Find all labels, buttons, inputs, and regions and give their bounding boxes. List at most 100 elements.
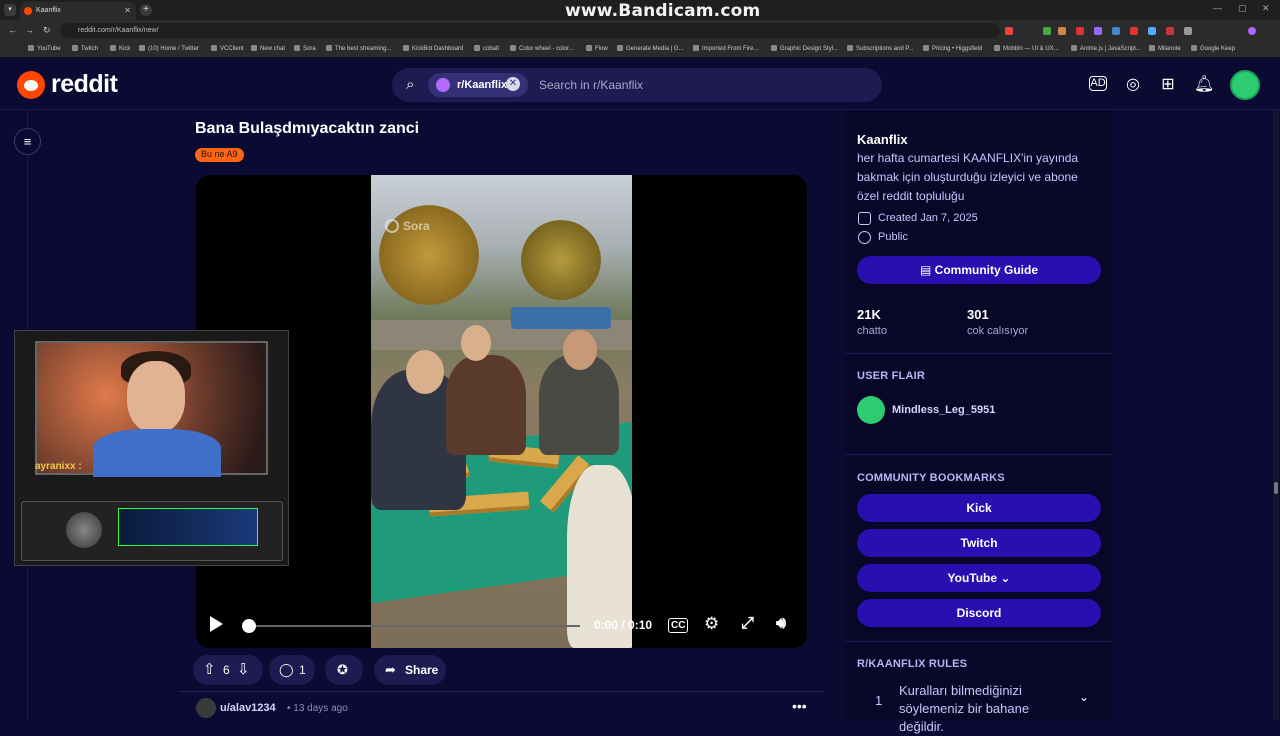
award-icon: ✪	[337, 662, 348, 677]
post-flair[interactable]: Bu ne A9	[195, 148, 244, 162]
community-guide-button[interactable]: ▤ Community Guide	[857, 256, 1101, 284]
bookmark-twitch-button[interactable]: Twitch	[857, 529, 1101, 557]
user-avatar[interactable]	[1230, 70, 1260, 100]
post-title[interactable]: Bana Bulaşdmıyacaktın zanci	[195, 120, 419, 138]
video-time: 0:00 / 0:10	[594, 618, 653, 632]
extension-icon[interactable]	[1148, 27, 1156, 35]
comment-username[interactable]: u/alav1234	[220, 702, 276, 714]
notifications-icon[interactable]: 🔔︎	[1194, 76, 1214, 94]
flair-avatar	[857, 396, 885, 424]
visibility-label: Public	[878, 231, 908, 243]
subreddit-search-chip[interactable]: r/Kaanflix ✕	[428, 73, 528, 97]
award-button[interactable]: ✪	[325, 655, 363, 685]
subreddit-avatar-icon	[436, 78, 450, 92]
divider	[845, 641, 1113, 642]
page-scrollbar[interactable]	[1273, 110, 1279, 720]
profile-icon[interactable]	[1248, 27, 1256, 35]
bookmarks-bar: YouTube Twitch Kick (10) Home / Twitter …	[0, 41, 1280, 58]
bookmark-item[interactable]: Flow	[586, 45, 608, 52]
bookmark-item[interactable]: Generate Media | G...	[617, 45, 684, 52]
chevron-down-icon: ⌄	[1000, 571, 1011, 585]
clear-chip-icon[interactable]: ✕	[506, 77, 520, 91]
forward-icon[interactable]: →	[25, 25, 34, 35]
extension-icon[interactable]	[1005, 27, 1013, 35]
back-icon[interactable]: ←	[8, 25, 17, 35]
reddit-logo-icon[interactable]	[17, 71, 45, 99]
address-bar[interactable]: reddit.com/r/Kaanflix/new/	[60, 23, 1000, 38]
upvote-icon[interactable]: ⇧	[203, 655, 216, 685]
bookmark-item[interactable]: The best streaming...	[326, 45, 391, 52]
comments-button[interactable]: ◯ 1	[269, 655, 315, 685]
extension-icon[interactable]	[1094, 27, 1102, 35]
close-tab-icon[interactable]: ✕	[124, 6, 131, 15]
book-icon: ▤	[919, 263, 935, 277]
commenter-avatar[interactable]	[196, 698, 216, 718]
bookmark-item[interactable]: New chat	[251, 45, 285, 52]
comment-timestamp: • 13 days ago	[287, 703, 348, 714]
bookmark-item[interactable]: Sora	[294, 45, 316, 52]
reload-icon[interactable]: ↻	[43, 25, 51, 36]
community-description: her hafta cumartesi KAANFLIX'in yayında …	[857, 151, 1079, 203]
bookmark-item[interactable]: KickBot Dashboard	[403, 45, 463, 52]
community-name: Kaanflix	[857, 132, 908, 147]
downvote-icon[interactable]: ⇩	[237, 655, 250, 685]
reddit-wordmark[interactable]: reddit	[51, 70, 118, 99]
online-count: 301	[967, 307, 989, 322]
settings-gear-icon[interactable]: ⚙	[704, 614, 719, 634]
rule-number: 1	[875, 693, 883, 708]
bookmark-item[interactable]: Pricing • Higgsfield	[923, 45, 982, 52]
bookmark-item[interactable]: Color wheel - color...	[510, 45, 574, 52]
captions-icon[interactable]: CC	[668, 618, 689, 633]
bookmark-item[interactable]: YouTube	[28, 45, 61, 52]
tractor-shape	[511, 307, 611, 329]
bookmark-kick-button[interactable]: Kick	[857, 494, 1101, 522]
more-options-icon[interactable]: •••	[792, 698, 807, 714]
extension-icon[interactable]	[1184, 27, 1192, 35]
video-progress-bar[interactable]	[248, 625, 580, 627]
comment-timestamp-text: 13 days ago	[293, 703, 348, 714]
maximize-icon[interactable]: ▢	[1238, 3, 1247, 14]
ad-icon[interactable]: AD	[1089, 76, 1107, 91]
window-close-icon[interactable]: ✕	[1262, 3, 1270, 14]
scrollbar-thumb[interactable]	[1274, 482, 1278, 494]
bookmark-item[interactable]: Kick	[110, 45, 130, 52]
bookmark-item[interactable]: Imported From Fire...	[693, 45, 758, 52]
search-icon: ⌕	[406, 76, 415, 93]
bookmark-youtube-button[interactable]: YouTube ⌄	[857, 564, 1101, 592]
bookmark-item[interactable]: VCClient	[211, 45, 244, 52]
extension-icon[interactable]	[1166, 27, 1174, 35]
search-bar[interactable]: ⌕ r/Kaanflix ✕ Search in r/Kaanflix	[392, 68, 882, 102]
bookmark-item[interactable]: Twitch	[72, 45, 98, 52]
bookmark-item[interactable]: Milanote	[1149, 45, 1181, 52]
extension-icon[interactable]	[1130, 27, 1138, 35]
volume-icon[interactable]: 🔊︎	[776, 615, 786, 633]
bookmark-item[interactable]: Subscriptions and P...	[847, 45, 914, 52]
tree-shape	[521, 220, 601, 300]
extension-icon[interactable]	[1058, 27, 1066, 35]
share-button[interactable]: ➦ Share	[374, 655, 446, 685]
rules-heading: R/KAANFLIX RULES	[857, 658, 968, 670]
browser-tab[interactable]: Kaanflix ✕	[20, 2, 136, 20]
menu-icon[interactable]: ≡	[14, 128, 41, 155]
bookmark-discord-button[interactable]: Discord	[857, 599, 1101, 627]
new-tab-icon[interactable]: +	[140, 4, 152, 16]
play-icon[interactable]	[210, 616, 223, 632]
extension-icon[interactable]	[1112, 27, 1120, 35]
bookmark-item[interactable]: (10) Home / Twitter	[139, 45, 199, 52]
bookmark-item[interactable]: cobalt	[474, 45, 499, 52]
bookmark-item[interactable]: Anime.js | JavaScript...	[1071, 45, 1141, 52]
user-flair-name[interactable]: Mindless_Leg_5951	[892, 404, 995, 416]
rule-text[interactable]: Kuralları bilmediğinizi söylemeniz bir b…	[899, 682, 1074, 736]
bookmark-item[interactable]: Google Keep	[1191, 45, 1235, 52]
video-scrubber-handle[interactable]	[242, 619, 256, 633]
extension-icon[interactable]	[1043, 27, 1051, 35]
chat-icon[interactable]: ◎	[1124, 76, 1142, 94]
chevron-down-icon[interactable]: ⌄	[1079, 690, 1089, 704]
bookmark-item[interactable]: Graphic Design Styl...	[771, 45, 838, 52]
bookmark-item[interactable]: Mobbin — UI & UX...	[994, 45, 1059, 52]
create-icon[interactable]: ⊞	[1159, 76, 1177, 94]
extension-icon[interactable]	[1076, 27, 1084, 35]
minimize-icon[interactable]: —	[1213, 3, 1222, 13]
fullscreen-icon[interactable]: ⤢	[741, 615, 754, 633]
tab-search-icon[interactable]: ▾	[4, 4, 16, 16]
